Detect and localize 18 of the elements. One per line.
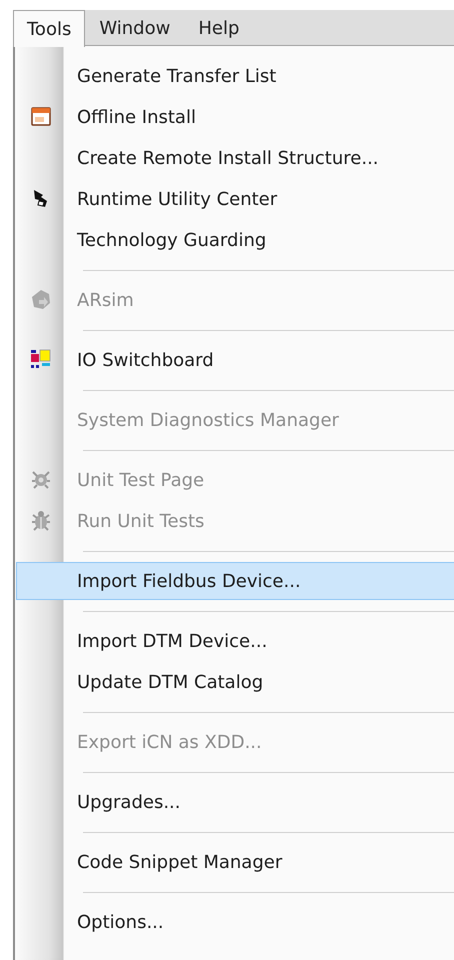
menu-item[interactable]: Create Remote Install Structure... (16, 139, 454, 177)
window-icon (29, 105, 53, 129)
menu-item[interactable]: Offline Install (16, 98, 454, 136)
hexagon-arrow-icon (29, 288, 53, 312)
menu-item[interactable]: IO Switchboard (16, 341, 454, 379)
menu-tab[interactable]: Window (85, 10, 184, 45)
menu-tab[interactable]: Help (184, 10, 254, 45)
menu-item[interactable]: Runtime Utility Center (16, 180, 454, 218)
menu-item[interactable]: Import Fieldbus Device... (16, 562, 454, 600)
menu-item[interactable]: Code Snippet Manager (16, 843, 454, 881)
menu-item[interactable]: Options... (16, 903, 454, 941)
bug-icon (29, 509, 53, 533)
menu-item[interactable]: Upgrades... (16, 783, 454, 821)
menu-item[interactable]: Update DTM Catalog (16, 663, 454, 701)
menu-item[interactable]: Import DTM Device... (16, 622, 454, 660)
menu-tab[interactable]: Tools (13, 10, 86, 47)
menu-item[interactable]: Generate Transfer List (16, 57, 454, 95)
menu-item[interactable]: Technology Guarding (16, 221, 454, 259)
